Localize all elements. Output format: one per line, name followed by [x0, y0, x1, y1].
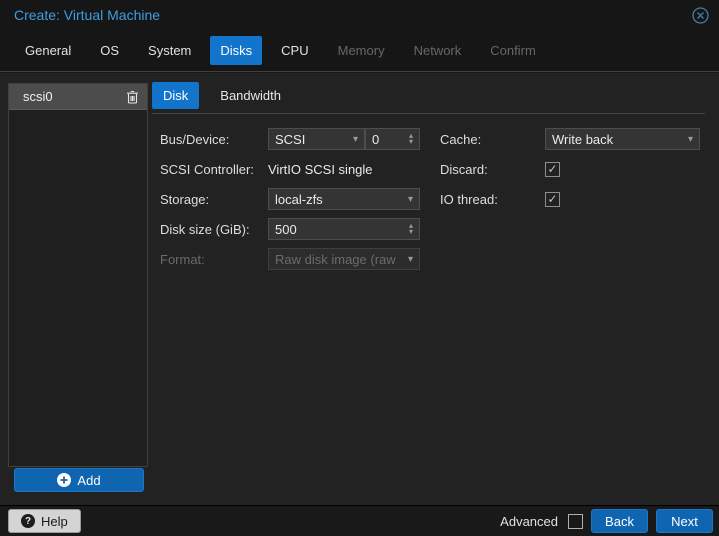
dialog-titlebar: Create: Virtual Machine	[0, 0, 719, 30]
advanced-label: Advanced	[500, 513, 558, 529]
disk-item-label: scsi0	[23, 89, 53, 104]
add-button-label: Add	[77, 472, 101, 488]
help-icon: ?	[21, 514, 35, 528]
tab-memory: Memory	[337, 43, 385, 58]
bus-device-value: SCSI	[275, 131, 306, 147]
format-row: Format: Raw disk image (raw ▾	[160, 248, 430, 270]
bus-device-row: Bus/Device: SCSI ▾ 0 ▴ ▾	[160, 128, 430, 150]
plus-circle-icon	[57, 473, 72, 487]
tab-disks[interactable]: Disks	[210, 36, 263, 65]
disk-subtabs: Disk Bandwidth	[152, 78, 705, 114]
tab-cpu[interactable]: CPU	[271, 36, 318, 65]
subtab-disk[interactable]: Disk	[152, 82, 200, 109]
storage-label: Storage:	[160, 191, 210, 207]
scsi-controller-row: SCSI Controller: VirtIO SCSI single	[160, 158, 430, 180]
back-button[interactable]: Back	[591, 509, 648, 533]
wizard-tabbar: General OS System Disks CPU Memory Netwo…	[0, 30, 719, 72]
io-thread-label: IO thread:	[440, 191, 498, 207]
help-button-label: Help	[41, 513, 68, 529]
bus-device-number-stepper[interactable]: 0 ▴ ▾	[365, 128, 420, 150]
format-select-disabled: Raw disk image (raw ▾	[268, 248, 420, 270]
disk-size-label: Disk size (GiB):	[160, 221, 250, 237]
disk-size-row: Disk size (GiB): 500 ▴ ▾	[160, 218, 430, 240]
chevron-down-icon: ▾	[687, 133, 693, 145]
spin-down-icon[interactable]: ▾	[409, 228, 413, 236]
next-button[interactable]: Next	[656, 509, 713, 533]
bus-device-label: Bus/Device:	[160, 131, 230, 147]
format-label: Format:	[160, 251, 205, 267]
form-left-column: Bus/Device: SCSI ▾ 0 ▴ ▾ SCSI Controller…	[160, 128, 430, 278]
cache-label: Cache:	[440, 131, 482, 147]
io-thread-row: IO thread: ✓	[440, 188, 710, 210]
chevron-down-icon: ▾	[352, 133, 358, 145]
cache-select[interactable]: Write back ▾	[545, 128, 700, 150]
add-disk-button[interactable]: Add	[14, 468, 144, 492]
advanced-checkbox[interactable]	[568, 513, 583, 529]
storage-value: local-zfs	[275, 191, 323, 207]
tab-os[interactable]: OS	[90, 36, 129, 65]
chevron-down-icon: ▾	[407, 193, 413, 205]
cache-row: Cache: Write back ▾	[440, 128, 710, 150]
check-icon: ✓	[547, 192, 558, 206]
discard-row: Discard: ✓	[440, 158, 710, 180]
trash-icon[interactable]	[126, 90, 139, 104]
disk-size-stepper[interactable]: 500 ▴ ▾	[268, 218, 420, 240]
discard-checkbox[interactable]: ✓	[545, 161, 560, 177]
spinner-arrows-icon[interactable]: ▴ ▾	[409, 132, 413, 146]
storage-row: Storage: local-zfs ▾	[160, 188, 430, 210]
tab-system[interactable]: System	[138, 36, 201, 65]
check-icon: ✓	[547, 162, 558, 176]
storage-select[interactable]: local-zfs ▾	[268, 188, 420, 210]
dialog-footer: ? Help Advanced Back Next	[0, 505, 719, 536]
tab-general[interactable]: General	[15, 36, 81, 65]
disk-list-panel: scsi0	[8, 83, 148, 467]
tab-network: Network	[413, 43, 462, 58]
help-button[interactable]: ? Help	[8, 509, 81, 533]
footer-right-group: Advanced Back Next	[500, 509, 713, 533]
bus-device-number: 0	[372, 131, 380, 147]
dialog-title: Create: Virtual Machine	[14, 7, 161, 23]
form-right-column: Cache: Write back ▾ Discard: ✓ IO thread…	[440, 128, 710, 218]
subtab-bandwidth[interactable]: Bandwidth	[209, 82, 292, 109]
close-icon[interactable]	[692, 6, 709, 24]
disks-tab-content: scsi0 Add Disk Bandwidth Bus/Device: SCS	[0, 73, 719, 505]
discard-label: Discard:	[440, 161, 488, 177]
disk-list-item-scsi0[interactable]: scsi0	[9, 84, 147, 110]
cache-value: Write back	[552, 131, 614, 147]
disk-size-value: 500	[275, 221, 297, 237]
spinner-arrows-icon[interactable]: ▴ ▾	[409, 222, 413, 236]
scsi-controller-value: VirtIO SCSI single	[268, 161, 373, 177]
spin-down-icon[interactable]: ▾	[409, 138, 413, 146]
scsi-controller-label: SCSI Controller:	[160, 161, 254, 177]
format-value: Raw disk image (raw	[275, 251, 396, 267]
io-thread-checkbox[interactable]: ✓	[545, 191, 560, 207]
tab-confirm: Confirm	[490, 43, 536, 58]
bus-device-select[interactable]: SCSI ▾	[268, 128, 365, 150]
chevron-down-icon: ▾	[407, 253, 413, 265]
